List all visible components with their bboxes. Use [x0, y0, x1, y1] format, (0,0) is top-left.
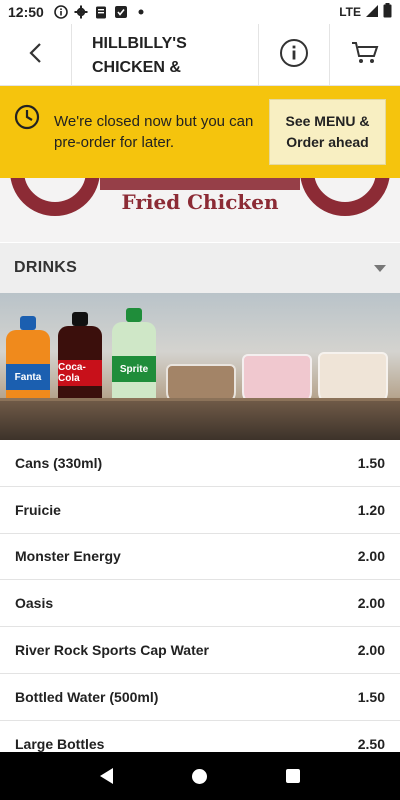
item-price: 2.00 [357, 548, 385, 565]
menu-item[interactable]: Monster Energy 2.00 [0, 534, 400, 581]
logo-text: Fried Chicken [121, 190, 279, 214]
signal-icon [365, 4, 379, 21]
item-price: 1.20 [357, 501, 385, 518]
bottle-cap [20, 316, 36, 330]
menu-item[interactable]: Oasis 2.00 [0, 580, 400, 628]
dot-icon [134, 5, 148, 19]
menu-item[interactable]: Large Bottles 2.50 [0, 721, 400, 752]
closed-message: We're closed now but you can pre-order f… [54, 113, 254, 151]
nav-back-icon[interactable] [99, 768, 113, 784]
bottle-cap [126, 308, 142, 322]
fanta-bottle: Fanta [6, 316, 50, 406]
app-bar: HILLBILLY'S CHICKEN & [0, 24, 400, 86]
category-header-drinks[interactable]: DRINKS [0, 243, 400, 293]
item-price: 2.50 [357, 735, 385, 752]
drinks-category-image: Fanta Coca-Cola Sprite [0, 293, 400, 440]
item-name: Large Bottles [15, 735, 105, 752]
menu-item[interactable]: River Rock Sports Cap Water 2.00 [0, 627, 400, 674]
info-button[interactable] [258, 24, 329, 86]
info-icon [279, 38, 309, 73]
item-name: River Rock Sports Cap Water [15, 642, 209, 659]
item-name: Monster Energy [15, 548, 121, 565]
category-title: DRINKS [14, 259, 78, 276]
back-button[interactable] [0, 24, 72, 86]
bottle-label: Coca-Cola [58, 360, 102, 386]
item-name: Oasis [15, 595, 54, 612]
sprite-bottle: Sprite [112, 308, 156, 406]
dropdown-caret-icon [374, 264, 386, 272]
item-price: 1.50 [357, 688, 385, 705]
cart-icon [351, 41, 379, 70]
item-price: 2.00 [357, 642, 385, 659]
battery-icon [383, 3, 392, 21]
bottle-label: Fanta [6, 364, 50, 390]
clock-time: 12:50 [8, 4, 44, 20]
nav-recents-icon[interactable] [286, 769, 301, 783]
logo-bar [100, 176, 300, 190]
network-type: LTE [339, 5, 361, 19]
cart-button[interactable] [329, 24, 400, 86]
status-bar: 12:50 LTE [0, 0, 400, 24]
bottle-cap [72, 312, 88, 326]
menu-item[interactable]: Fruicie 1.20 [0, 487, 400, 534]
info-icon [54, 5, 68, 19]
drinks-menu-list: Cans (330ml) 1.50 Fruicie 1.20 Monster E… [0, 440, 400, 752]
item-name: Cans (330ml) [15, 454, 103, 471]
clipboard-icon [94, 5, 108, 19]
item-price: 2.00 [357, 595, 385, 612]
status-right: LTE [339, 3, 392, 21]
nav-home-icon[interactable] [191, 768, 207, 784]
item-price: 1.50 [357, 454, 385, 471]
see-menu-order-ahead-button[interactable]: See MENU & Order ahead [269, 99, 386, 165]
item-name: Fruicie [15, 501, 61, 518]
coca-cola-bottle: Coca-Cola [58, 312, 102, 406]
back-arrow-icon [27, 42, 45, 69]
closed-notice-banner: We're closed now but you can pre-order f… [0, 86, 400, 178]
gear-icon [74, 5, 88, 19]
menu-item[interactable]: Bottled Water (500ml) 1.50 [0, 674, 400, 721]
item-name: Bottled Water (500ml) [15, 688, 159, 705]
wooden-crate [0, 398, 400, 440]
bottle-label: Sprite [112, 356, 156, 382]
system-nav-bar [0, 752, 400, 800]
notification-icon [114, 5, 128, 19]
menu-item[interactable]: Cans (330ml) 1.50 [0, 440, 400, 487]
restaurant-title: HILLBILLY'S CHICKEN & [92, 35, 187, 76]
clock-icon [14, 104, 40, 130]
